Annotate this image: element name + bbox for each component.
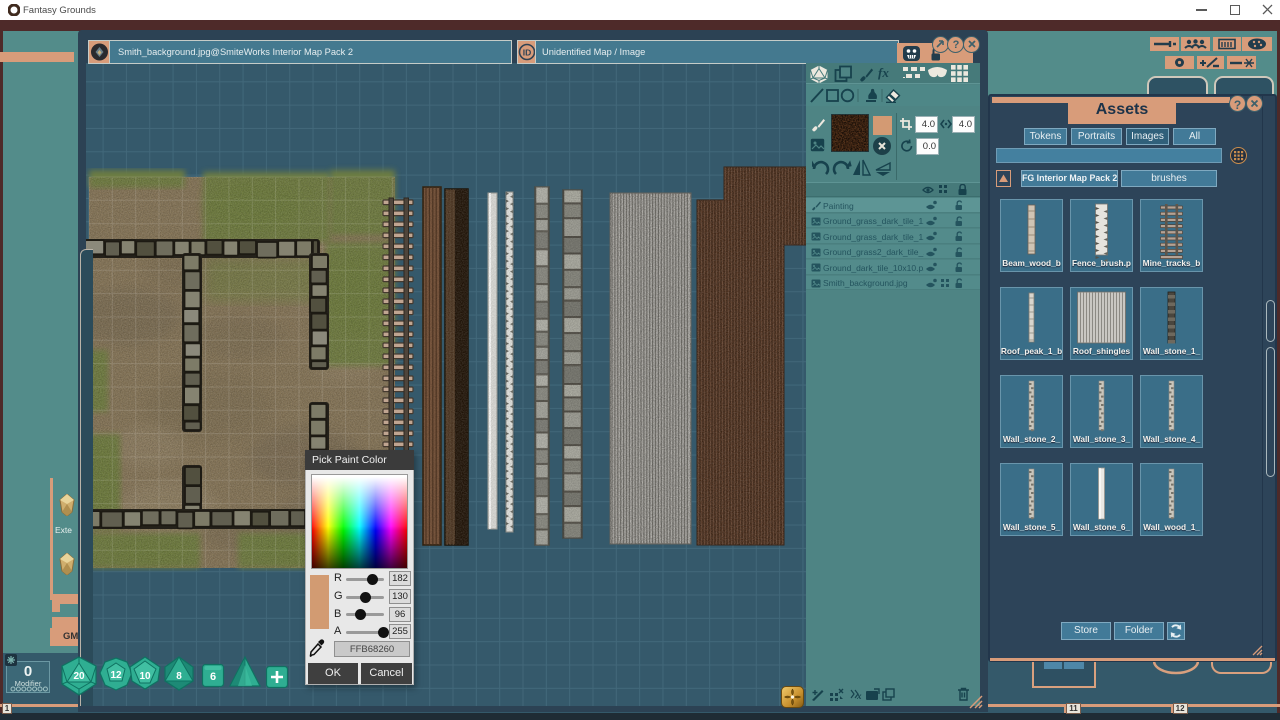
svg-text:6: 6 [210, 671, 216, 683]
svg-text:12: 12 [110, 670, 122, 681]
svg-text:8: 8 [176, 671, 182, 682]
svg-text:10: 10 [139, 671, 151, 682]
svg-text:ID: ID [523, 48, 532, 58]
svg-text:x: x [856, 691, 862, 701]
svg-text:20: 20 [73, 671, 85, 682]
